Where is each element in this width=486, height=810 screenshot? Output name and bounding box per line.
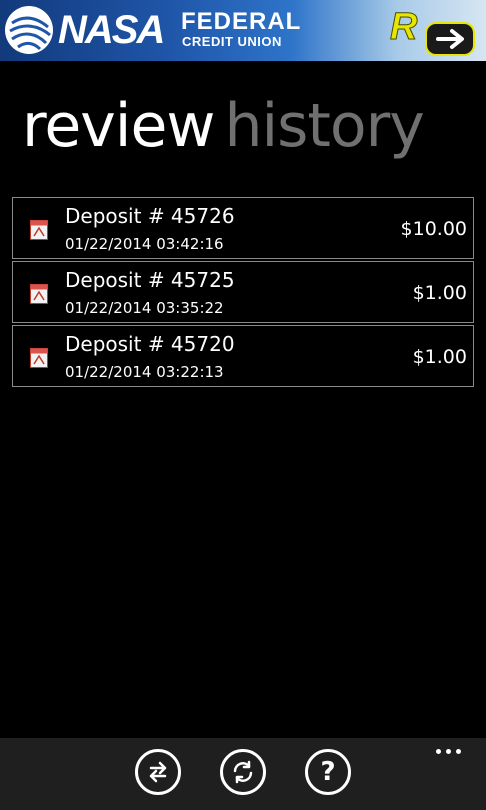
svg-text:R: R [390,6,418,48]
tab-review[interactable]: review [22,91,215,161]
swap-button[interactable] [135,749,181,795]
rd-logo-icon: R [390,6,475,56]
swap-arrows-icon [149,761,167,783]
deposit-amount: $10.00 [400,218,467,240]
pdf-document-icon [30,284,48,304]
tab-history[interactable]: history [224,91,424,161]
deposit-list: Deposit # 45726 01/22/2014 03:42:16 $10.… [12,197,474,389]
header-banner: NASA FEDERAL CREDIT UNION R [0,0,486,61]
nasa-seal-icon [5,6,53,54]
deposit-title: Deposit # 45725 [65,268,235,292]
deposit-datetime: 01/22/2014 03:35:22 [65,299,224,317]
ellipsis-icon [456,749,461,754]
deposit-title: Deposit # 45720 [65,332,235,356]
help-button[interactable]: ? [305,749,351,795]
pivot-header: review history [22,86,434,166]
app-bar: ? [0,738,486,810]
brand-federal-text: FEDERAL [181,8,302,35]
ellipsis-icon [446,749,451,754]
ellipsis-icon [436,749,441,754]
deposit-row[interactable]: Deposit # 45726 01/22/2014 03:42:16 $10.… [12,197,474,259]
deposit-amount: $1.00 [412,346,467,368]
help-icon: ? [320,757,336,787]
brand-nasa-text: NASA [58,8,165,52]
brand-credit-union-text: CREDIT UNION [182,34,282,49]
refresh-button[interactable] [220,749,266,795]
deposit-row[interactable]: Deposit # 45720 01/22/2014 03:22:13 $1.0… [12,325,474,387]
pdf-document-icon [30,348,48,368]
deposit-title: Deposit # 45726 [65,204,235,228]
pdf-document-icon [30,220,48,240]
deposit-datetime: 01/22/2014 03:42:16 [65,235,224,253]
deposit-datetime: 01/22/2014 03:22:13 [65,363,224,381]
more-options-button[interactable] [434,746,464,756]
deposit-row[interactable]: Deposit # 45725 01/22/2014 03:35:22 $1.0… [12,261,474,323]
deposit-amount: $1.00 [412,282,467,304]
refresh-icon [233,760,253,784]
